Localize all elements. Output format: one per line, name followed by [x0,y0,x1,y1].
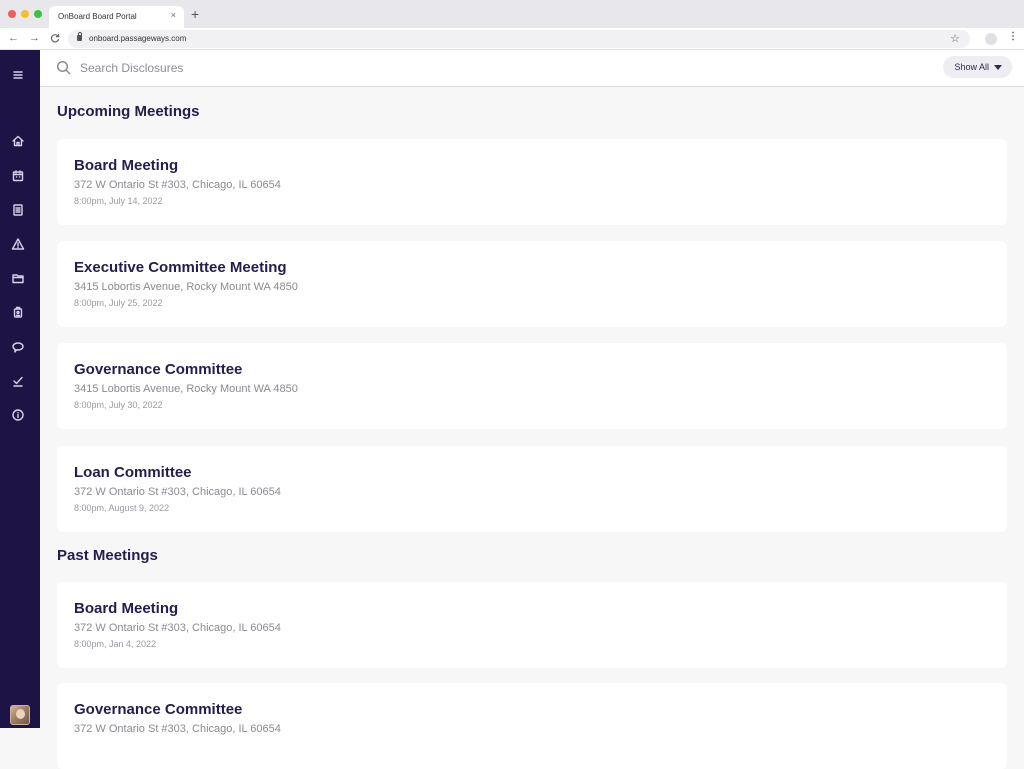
minimize-window-button[interactable] [21,10,29,18]
meeting-address: 372 W Ontario St #303, Chicago, IL 60654 [74,723,281,735]
meeting-title: Board Meeting [74,600,179,617]
meeting-card[interactable]: Governance Committee 3415 Lobortis Avenu… [57,343,1007,429]
forward-arrow-icon[interactable]: → [29,31,40,45]
meeting-address: 3415 Lobortis Avenue, Rocky Mount WA 485… [74,383,298,395]
meeting-datetime: 8:00pm, July 14, 2022 [74,196,163,206]
caret-down-icon [994,64,1002,70]
meeting-title: Governance Committee [74,361,243,378]
meeting-address: 372 W Ontario St #303, Chicago, IL 60654 [74,179,281,191]
browser-menu-icon[interactable]: ⋮ [1008,31,1018,42]
back-arrow-icon[interactable]: ← [8,31,19,45]
meeting-title: Board Meeting [74,157,179,174]
search-bar: Show All [40,50,1024,87]
reload-icon[interactable] [50,31,60,47]
chat-icon[interactable] [11,340,25,354]
meeting-title: Executive Committee Meeting [74,259,287,276]
upcoming-meetings-heading: Upcoming Meetings [57,103,200,120]
browser-tab[interactable]: OnBoard Board Portal × [49,6,184,28]
show-all-label: Show All [954,62,989,72]
new-tab-button[interactable]: + [191,7,199,21]
meeting-address: 3415 Lobortis Avenue, Rocky Mount WA 485… [74,281,298,293]
tab-title: OnBoard Board Portal [58,12,137,21]
search-icon [56,60,72,76]
meeting-address: 372 W Ontario St #303, Chicago, IL 60654 [74,486,281,498]
meeting-datetime: 8:00pm, July 30, 2022 [74,400,163,410]
meeting-card[interactable]: Executive Committee Meeting 3415 Loborti… [57,241,1007,327]
meeting-title: Governance Committee [74,701,243,718]
maximize-window-button[interactable] [34,10,42,18]
user-avatar[interactable] [10,705,30,725]
meeting-card[interactable]: Board Meeting 372 W Ontario St #303, Chi… [57,582,1007,668]
meeting-datetime: 8:00pm, July 25, 2022 [74,298,163,308]
browser-tab-strip: OnBoard Board Portal × + [0,0,1024,28]
profile-avatar-icon[interactable] [985,33,997,45]
calendar-icon[interactable] [11,169,25,183]
address-bar[interactable]: onboard.passageways.com ☆ [68,30,970,48]
meeting-card[interactable]: Governance Committee 372 W Ontario St #3… [57,683,1007,769]
search-input[interactable] [80,58,580,78]
meeting-card[interactable]: Loan Committee 372 W Ontario St #303, Ch… [57,446,1007,532]
url-text: onboard.passageways.com [89,34,187,43]
info-icon[interactable] [11,408,25,422]
bookmark-star-icon[interactable]: ☆ [950,32,960,45]
browser-toolbar: ← → onboard.passageways.com ☆ ⋮ [0,28,1024,50]
badge-icon[interactable] [11,305,25,319]
meeting-datetime: 8:00pm, August 9, 2022 [74,503,170,513]
lock-icon [77,32,82,41]
close-window-button[interactable] [8,10,16,18]
meeting-address: 372 W Ontario St #303, Chicago, IL 60654 [74,622,281,634]
meeting-datetime: 8:00pm, Jan 4, 2022 [74,639,157,649]
sidebar [0,50,40,728]
show-all-dropdown[interactable]: Show All [943,56,1012,78]
folder-icon[interactable] [11,271,25,285]
main-content: Show All Upcoming Meetings Board Meeting… [40,50,1024,769]
checkmark-icon[interactable] [11,374,25,388]
meeting-title: Loan Committee [74,464,192,481]
menu-icon[interactable] [11,68,25,82]
home-icon[interactable] [11,134,25,148]
tab-close-icon[interactable]: × [171,10,176,20]
past-meetings-heading: Past Meetings [57,547,158,564]
document-icon[interactable] [11,203,25,217]
warning-icon[interactable] [11,237,25,251]
meeting-card[interactable]: Board Meeting 372 W Ontario St #303, Chi… [57,139,1007,225]
